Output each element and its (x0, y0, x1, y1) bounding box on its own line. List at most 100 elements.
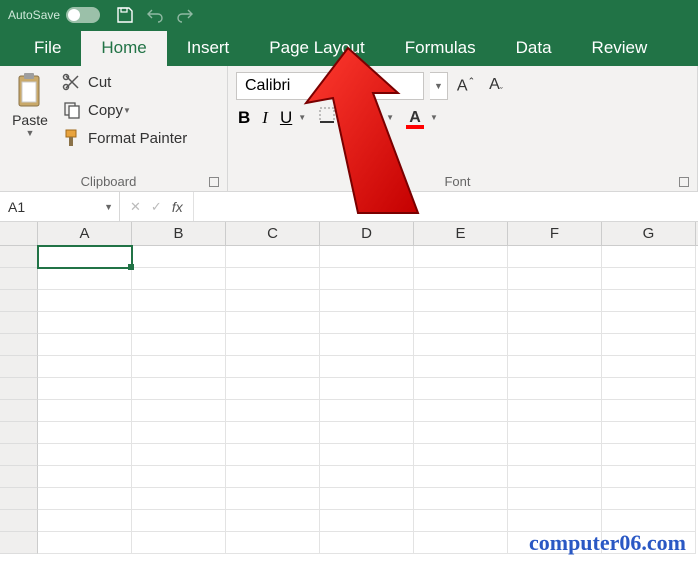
column-header[interactable]: D (320, 222, 414, 245)
format-painter-button[interactable]: Format Painter (58, 126, 191, 150)
cell[interactable] (414, 422, 508, 444)
cell[interactable] (602, 466, 696, 488)
cell[interactable] (320, 488, 414, 510)
cell[interactable] (38, 466, 132, 488)
row-header[interactable] (0, 422, 38, 444)
cell[interactable] (602, 378, 696, 400)
row-header[interactable] (0, 400, 38, 422)
cell[interactable] (508, 312, 602, 334)
name-box[interactable]: A1 ▼ (0, 192, 120, 221)
column-header[interactable]: C (226, 222, 320, 245)
cell[interactable] (38, 334, 132, 356)
cell[interactable] (414, 246, 508, 268)
cell[interactable] (320, 334, 414, 356)
cell[interactable] (38, 356, 132, 378)
paste-button[interactable]: Paste ▼ (8, 70, 52, 171)
cell[interactable] (320, 400, 414, 422)
cell[interactable] (414, 268, 508, 290)
chevron-down-icon[interactable]: ▼ (342, 113, 350, 122)
cell[interactable] (508, 290, 602, 312)
row-header[interactable] (0, 378, 38, 400)
fill-color-button[interactable] (362, 110, 380, 126)
column-header[interactable]: F (508, 222, 602, 245)
cell[interactable] (226, 246, 320, 268)
cell[interactable] (508, 268, 602, 290)
cell[interactable] (508, 378, 602, 400)
font-dropdown-icon[interactable]: ▼ (430, 72, 448, 100)
cell[interactable] (226, 334, 320, 356)
cell[interactable] (38, 444, 132, 466)
cell[interactable] (38, 246, 132, 268)
chevron-down-icon[interactable]: ▼ (386, 113, 394, 122)
cell[interactable] (602, 246, 696, 268)
row-header[interactable] (0, 334, 38, 356)
cell[interactable] (414, 334, 508, 356)
cell[interactable] (226, 312, 320, 334)
cell[interactable] (414, 312, 508, 334)
cell[interactable] (132, 422, 226, 444)
cell[interactable] (414, 444, 508, 466)
undo-icon[interactable] (146, 6, 164, 24)
cell[interactable] (320, 532, 414, 554)
cell[interactable] (226, 532, 320, 554)
cell[interactable] (132, 334, 226, 356)
column-header[interactable]: E (414, 222, 508, 245)
cancel-icon[interactable]: ✕ (130, 199, 141, 215)
cell[interactable] (226, 356, 320, 378)
tab-review[interactable]: Review (572, 31, 668, 66)
cell[interactable] (508, 488, 602, 510)
cell[interactable] (132, 488, 226, 510)
cell[interactable] (38, 400, 132, 422)
cell[interactable] (602, 268, 696, 290)
italic-button[interactable]: I (262, 108, 268, 128)
cell[interactable] (508, 466, 602, 488)
cell[interactable] (132, 532, 226, 554)
cell[interactable] (38, 290, 132, 312)
tab-file[interactable]: File (14, 31, 81, 66)
chevron-down-icon[interactable]: ▼ (430, 113, 438, 122)
row-header[interactable] (0, 246, 38, 268)
cell[interactable] (38, 378, 132, 400)
redo-icon[interactable] (176, 6, 194, 24)
cell[interactable] (602, 422, 696, 444)
tab-formulas[interactable]: Formulas (385, 31, 496, 66)
bold-button[interactable]: B (238, 108, 250, 128)
row-header[interactable] (0, 510, 38, 532)
cell[interactable] (320, 290, 414, 312)
cell[interactable] (38, 532, 132, 554)
cell[interactable] (38, 268, 132, 290)
cell[interactable] (226, 422, 320, 444)
enter-icon[interactable]: ✓ (151, 199, 162, 215)
cell[interactable] (320, 246, 414, 268)
cell[interactable] (226, 378, 320, 400)
fx-icon[interactable]: fx (172, 199, 183, 215)
row-header[interactable] (0, 466, 38, 488)
column-header[interactable]: B (132, 222, 226, 245)
cell[interactable] (602, 334, 696, 356)
formula-input[interactable] (194, 192, 698, 221)
cell[interactable] (226, 290, 320, 312)
cell[interactable] (508, 246, 602, 268)
cell[interactable] (602, 400, 696, 422)
cell[interactable] (320, 378, 414, 400)
tab-page-layout[interactable]: Page Layout (249, 31, 384, 66)
cell[interactable] (414, 290, 508, 312)
cell[interactable] (132, 378, 226, 400)
cell[interactable] (414, 510, 508, 532)
cell[interactable] (132, 246, 226, 268)
cut-button[interactable]: Cut (58, 70, 191, 94)
row-header[interactable] (0, 488, 38, 510)
row-header[interactable] (0, 290, 38, 312)
cell[interactable] (602, 312, 696, 334)
tab-data[interactable]: Data (496, 31, 572, 66)
cell[interactable] (226, 444, 320, 466)
cell[interactable] (602, 444, 696, 466)
row-header[interactable] (0, 444, 38, 466)
cell[interactable] (508, 510, 602, 532)
cell[interactable] (38, 312, 132, 334)
row-header[interactable] (0, 268, 38, 290)
copy-button[interactable]: Copy ▼ (58, 98, 191, 122)
cell[interactable] (508, 356, 602, 378)
dialog-launcher-icon[interactable] (209, 177, 219, 187)
cell[interactable] (508, 334, 602, 356)
